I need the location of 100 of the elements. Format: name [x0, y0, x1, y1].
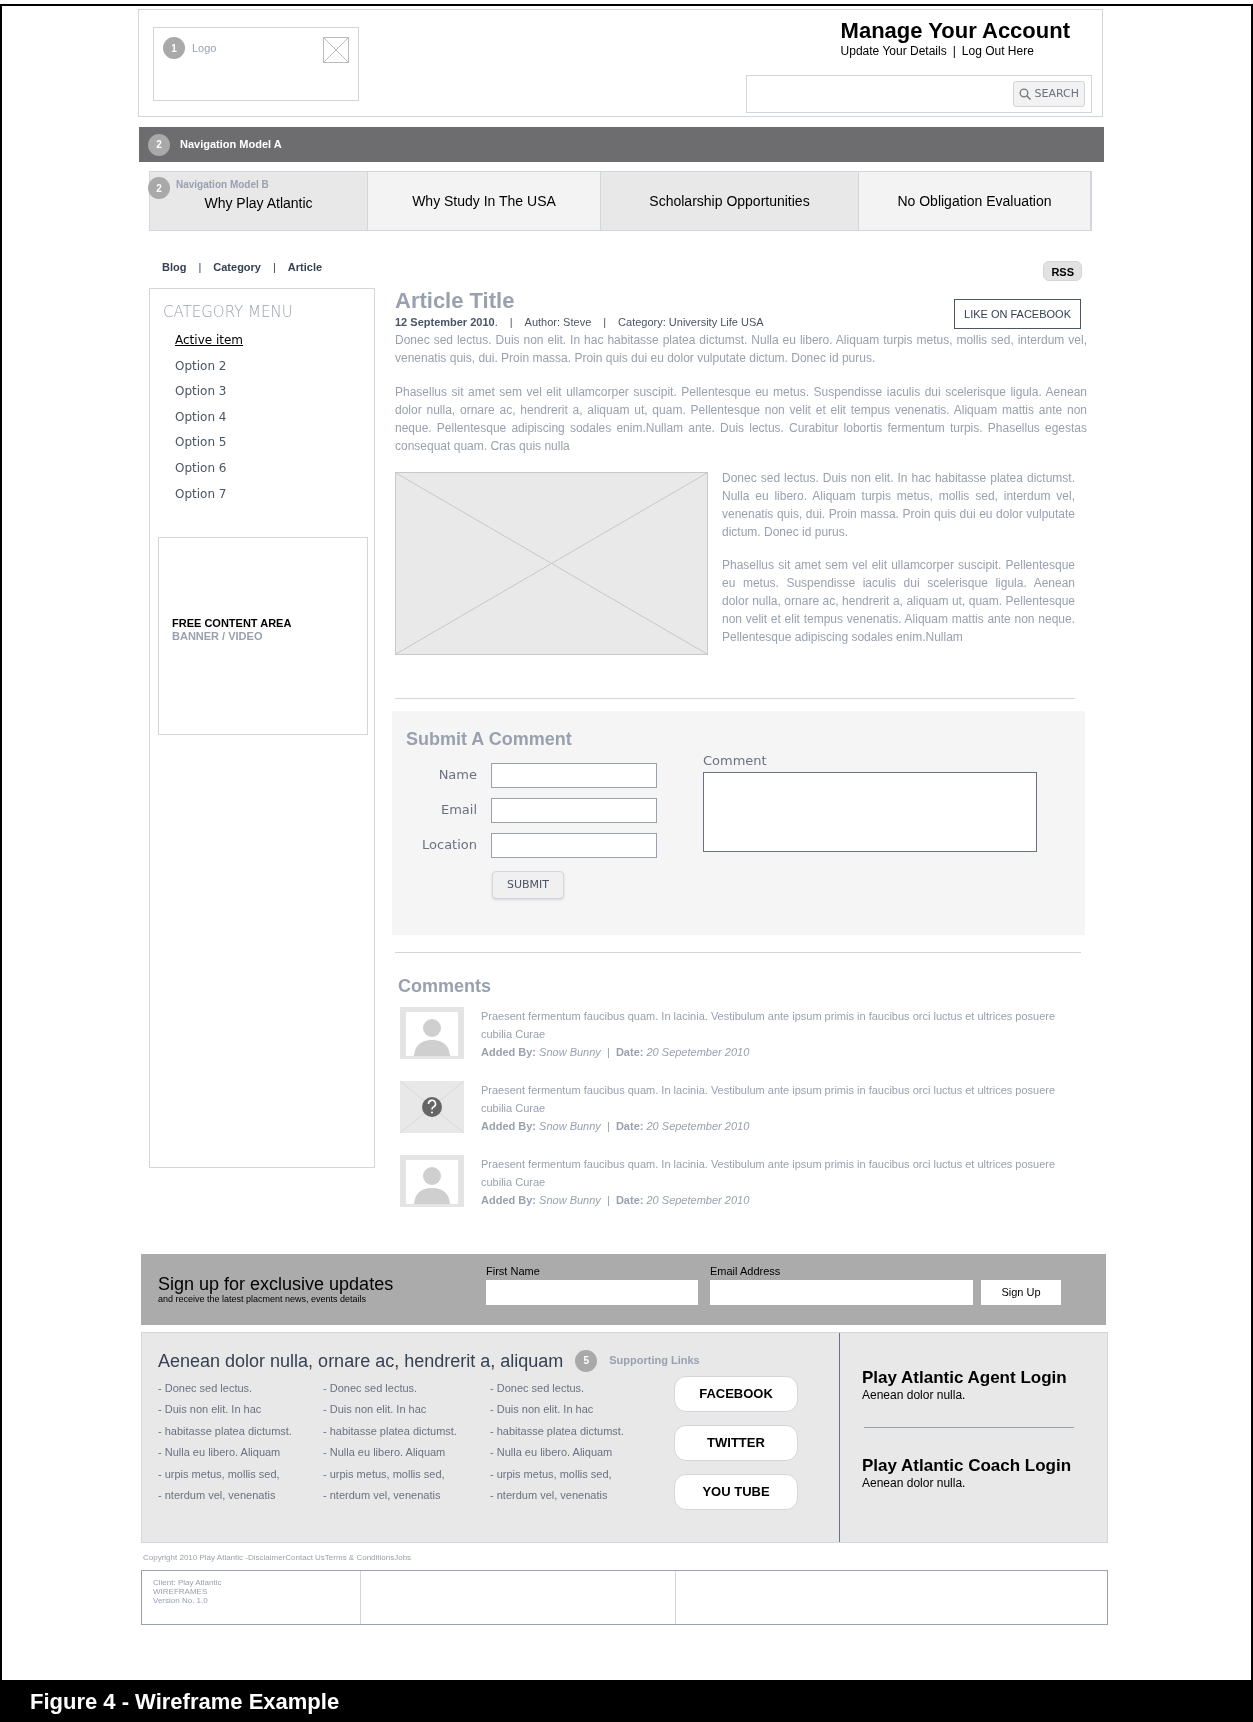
footer-link[interactable]: - Nulla eu libero. Aliquam [158, 1442, 281, 1464]
menu-item[interactable]: Option 6 [175, 458, 227, 485]
menu-item[interactable]: Option 2 [175, 356, 227, 383]
login-text: Aenean dolor nulla. [862, 1387, 967, 1403]
separator-text: | [952, 43, 956, 59]
field-label: Name [437, 766, 477, 785]
separator-text: | [273, 259, 276, 275]
search-button[interactable]: SEARCH [1013, 81, 1085, 107]
input-field[interactable] [710, 1279, 973, 1305]
login-text: Aenean dolor nulla. [862, 1475, 967, 1491]
account-link[interactable]: Update Your Details [840, 43, 947, 59]
input-field[interactable] [491, 762, 657, 788]
footer-heading: Aenean dolor nulla, ornare ac, hendrerit a, aliquam [158, 1349, 564, 1372]
field-label: Email [439, 801, 477, 820]
menu-item[interactable]: Option 5 [175, 433, 227, 459]
article-paragraph: Donec sed lectus. Duis non elit. In hac habitasse platea dictumst. Nulla eu libero. Aliquam turpis metus, mollis sed, interdum vel, venenatis quis, dui. Proin massa. Proin quis dui eu dolor vulputate dictum. Donec id purus. [722, 469, 1075, 541]
article-meta: 12 September 2010. [395, 315, 498, 330]
client-info-text: Version No. 1.0 [153, 1595, 209, 1605]
breadcrumb-link[interactable]: Blog [162, 258, 187, 276]
social-button[interactable]: TWITTER [674, 1424, 798, 1461]
separator-text: | [509, 315, 513, 330]
submit-button[interactable]: SUBMIT [492, 870, 565, 899]
input-field[interactable] [491, 832, 657, 858]
article-meta: Author: Steve [524, 315, 592, 330]
signup-subtitle: and receive the latest placment news, events details [158, 1293, 367, 1304]
avatar-placeholder [400, 1154, 464, 1207]
number-badge: 5 [575, 1349, 598, 1372]
account-title: Manage Your Account [840, 19, 1070, 43]
menu-item[interactable]: Active item [175, 331, 244, 357]
footer-link[interactable]: - habitasse platea dictumst. [490, 1420, 624, 1442]
client-info-text: Client: Play Atlantic [153, 1577, 223, 1587]
article-paragraph: Donec sed lectus. Duis non elit. In hac habitasse platea dictumst. Nulla eu libero. Aliquam turpis metus, mollis sed, interdum vel, venenatis quis, dui. Proin massa. Proin quis dui eu dolor vulputate dictum. Donec id purus. [395, 331, 1087, 367]
footer-link[interactable]: - nterdum vel, venenatis [158, 1485, 276, 1507]
breadcrumb-link[interactable]: Category [213, 258, 261, 276]
banner-title: FREE CONTENT AREA [172, 617, 293, 631]
field-label: Email Address [710, 1263, 782, 1278]
footer-link[interactable]: - habitasse platea dictumst. [323, 1420, 457, 1442]
search-icon [1019, 88, 1032, 100]
social-button[interactable]: FACEBOOK [674, 1375, 798, 1412]
breadcrumb-link[interactable]: Article [287, 258, 323, 276]
footer-link[interactable]: - Nulla eu libero. Aliquam [323, 1442, 446, 1464]
navigation-label: Navigation Model B [176, 177, 269, 192]
comment-text: Praesent fermentum faucibus quam. In lacinia. Vestibulum ante ipsum primis in faucibus orci luctus et ultrices posuere cubilia Curae [481, 1156, 1057, 1190]
comments-title: Comments [398, 974, 492, 997]
comment-text: Praesent fermentum faucibus quam. In lacinia. Vestibulum ante ipsum primis in faucibus orci luctus et ultrices posuere cubilia Curae [481, 1082, 1057, 1116]
footer-link[interactable]: - nterdum vel, venenatis [490, 1485, 608, 1507]
menu-title: CATEGORY MENU [162, 302, 294, 322]
menu-item[interactable]: Option 4 [175, 407, 227, 434]
comment-text: Praesent fermentum faucibus quam. In lacinia. Vestibulum ante ipsum primis in faucibus orci luctus et ultrices posuere cubilia Curae [481, 1008, 1057, 1042]
comment-byline: Added By: Snow Bunny | Date: 20 Sepetember 2010 [481, 1118, 751, 1134]
footer-link[interactable]: - nterdum vel, venenatis [323, 1485, 441, 1507]
footer-link[interactable]: - Duis non elit. In hac [323, 1399, 427, 1421]
input-field[interactable] [486, 1279, 698, 1305]
banner-subtitle: BANNER / VIDEO [172, 630, 264, 644]
nav-tab[interactable]: Scholarship Opportunities [601, 172, 859, 230]
search-field[interactable]: SEARCH [746, 75, 1092, 113]
footer-link[interactable]: - urpis metus, mollis sed, [323, 1463, 445, 1485]
article-meta: Category: University Life USA [618, 315, 764, 330]
article-title: Article Title [395, 288, 516, 314]
unknown-avatar-icon [400, 1080, 464, 1133]
footer-link[interactable]: - Donec sed lectus. [323, 1377, 418, 1399]
footer-link[interactable]: - Duis non elit. In hac [158, 1399, 262, 1421]
menu-item[interactable]: Option 7 [175, 484, 227, 511]
rss-button[interactable]: RSS [1043, 261, 1082, 281]
article-paragraph: Phasellus sit amet sem vel elit ullamcorper suscipit. Pellentesque eu metus. Suspendisse iaculis dui scelerisque ligula. Aenean dolor nulla, ornare ac, hendrerit a, aliquam ut, quam. Pellentesque non velit et elit tempus venenatis. Aliquam mattis ante non neque. Pellentesque adipiscing sodales enim.Nullam ante. Duis lectus. Curabitur lobortis fermentum turpis. Phasellus egestas consequat quam. Cras quis nulla [395, 383, 1087, 455]
field-label: First Name [486, 1263, 541, 1278]
footer-link[interactable]: - Donec sed lectus. [490, 1377, 585, 1399]
login-link[interactable]: Play Atlantic Coach Login [862, 1455, 1072, 1476]
field-label: Location [421, 836, 477, 855]
article-paragraph: Phasellus sit amet sem vel elit ullamcorper suscipit. Pellentesque eu metus. Suspendisse iaculis dui scelerisque ligula. Aenean dolor nulla, ornare ac, hendrerit a, aliquam ut, quam. Pellentesque non velit et elit tempus venenatis. Aliquam mattis ante non neque. Pellentesque adipiscing sodales enim.Nullam [722, 556, 1075, 646]
footer-link[interactable]: - Nulla eu libero. Aliquam [490, 1442, 613, 1464]
number-badge: 1 [163, 37, 185, 59]
like-button[interactable]: LIKE ON FACEBOOK [954, 299, 1081, 329]
input-field[interactable] [491, 797, 657, 823]
social-button[interactable]: YOU TUBE [674, 1473, 798, 1510]
menu-item[interactable]: Option 3 [175, 382, 227, 408]
signup-title: Sign up for exclusive updates [158, 1273, 395, 1294]
nav-tab[interactable]: No Obligation Evaluation [859, 172, 1091, 230]
navigation-label: Navigation Model A [180, 137, 282, 153]
avatar-placeholder [400, 1006, 464, 1059]
figure-caption: Figure 4 - Wireframe Example [0, 1680, 1253, 1722]
number-badge: 2 [148, 177, 170, 199]
field-label: Comment [703, 752, 768, 769]
copyright-text: Copyright 2010 Play Atlantic -DisclaimerContact UsTerms & ConditionsJobs [143, 1552, 413, 1563]
footer-link[interactable]: - urpis metus, mollis sed, [158, 1463, 280, 1485]
comment-box[interactable] [703, 771, 1037, 852]
comment-byline: Added By: Snow Bunny | Date: 20 Sepetember 2010 [481, 1044, 751, 1060]
login-link[interactable]: Play Atlantic Agent Login [862, 1367, 1067, 1388]
signup-button[interactable]: Sign Up [981, 1279, 1061, 1305]
footer-link[interactable]: - Donec sed lectus. [158, 1377, 253, 1399]
image-placeholder-icon [323, 37, 349, 63]
footer-link[interactable]: - Duis non elit. In hac [490, 1399, 594, 1421]
number-badge: 2 [148, 133, 170, 156]
footer-link[interactable]: - habitasse platea dictumst. [158, 1420, 292, 1442]
account-link[interactable]: Log Out Here [961, 43, 1034, 59]
form-title: Submit A Comment [406, 727, 573, 750]
supporting-links-label: Supporting Links [609, 1353, 700, 1369]
footer-link[interactable]: - urpis metus, mollis sed, [490, 1463, 612, 1485]
comment-byline: Added By: Snow Bunny | Date: 20 Sepetember 2010 [481, 1192, 751, 1208]
nav-tab[interactable]: Why Study In The USA [368, 172, 601, 230]
